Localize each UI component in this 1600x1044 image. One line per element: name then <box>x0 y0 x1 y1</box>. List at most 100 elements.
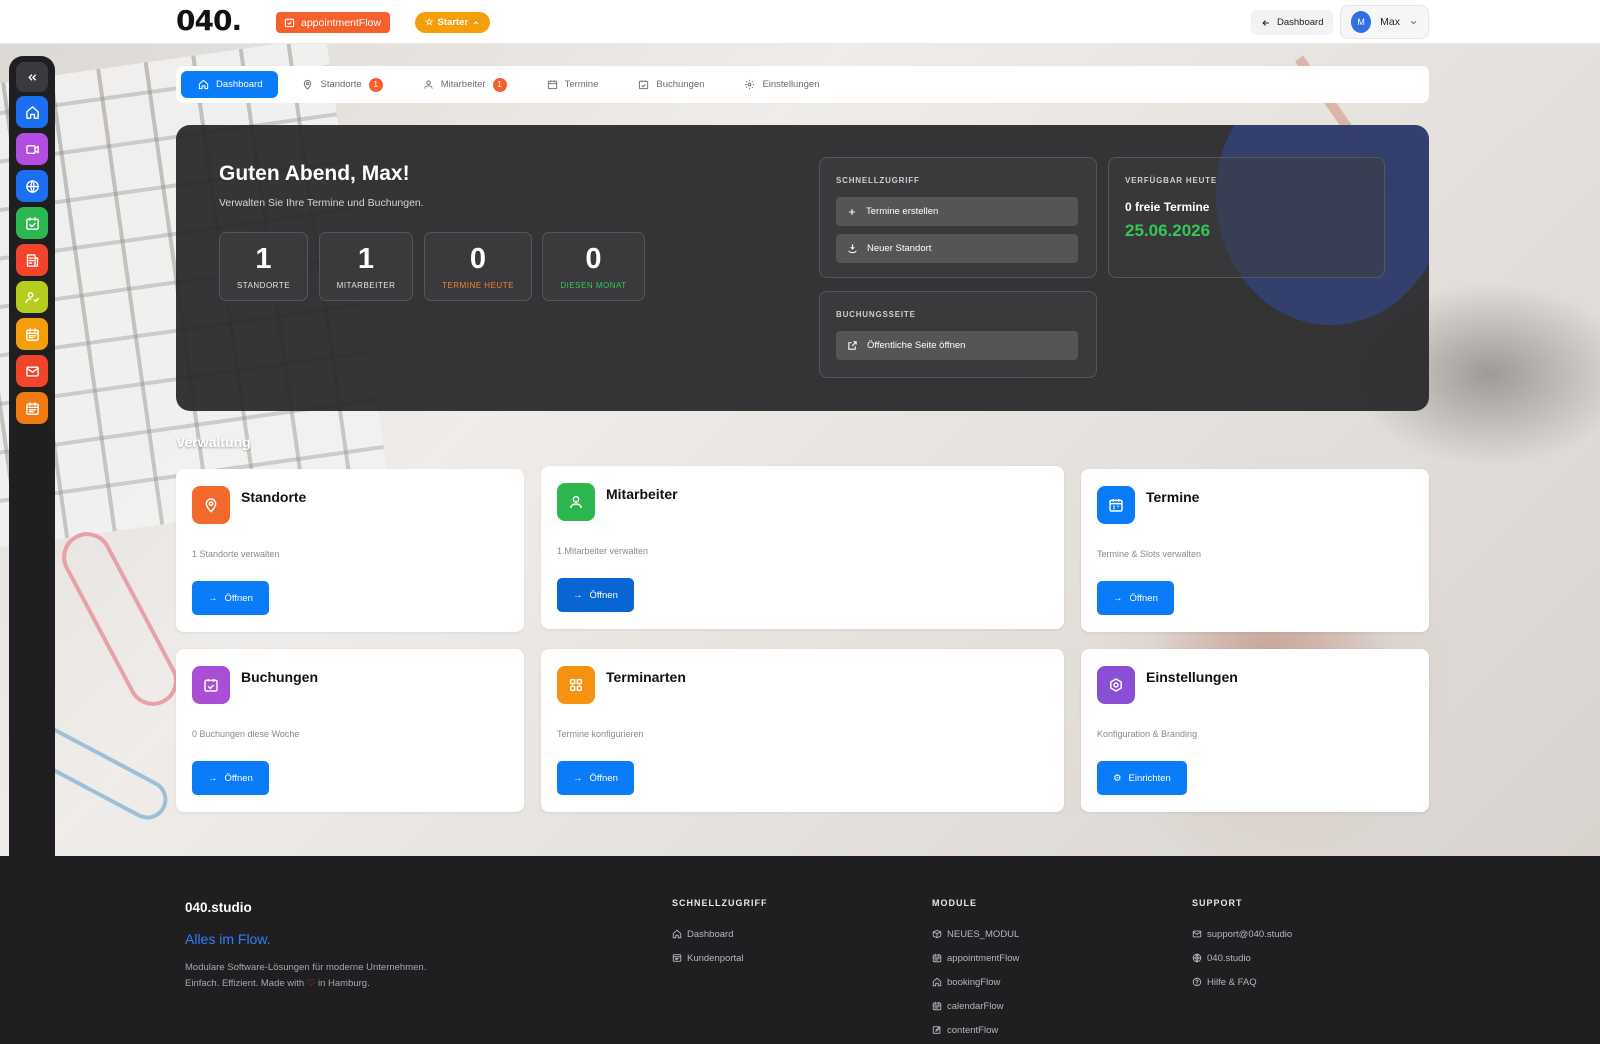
card-termine[interactable]: Termine Termine & Slots verwalten → Öffne… <box>1081 469 1429 632</box>
open-button[interactable]: → Öffnen <box>1097 581 1174 615</box>
footer-link-label: 040.studio <box>1207 952 1251 964</box>
card-title: Einstellungen <box>1146 669 1238 685</box>
edit-icon <box>932 1025 942 1035</box>
card-einstellungen[interactable]: Einstellungen Konfiguration & Branding ⚙… <box>1081 649 1429 812</box>
button-label: Neuer Standort <box>867 243 932 254</box>
plan-badge[interactable]: ☆ Starter <box>415 12 491 33</box>
card-standorte[interactable]: Standorte 1 Standorte verwalten → Öffnen <box>176 469 524 632</box>
calendar-check-icon <box>638 79 649 90</box>
portal-icon <box>672 953 682 963</box>
mail-icon <box>1192 929 1202 939</box>
app-name: appointmentFlow <box>301 16 381 29</box>
heart-icon: ♡ <box>306 978 316 989</box>
setup-button[interactable]: ⚙ Einrichten <box>1097 761 1187 795</box>
count-badge: 1 <box>492 77 507 92</box>
stat-diesen-monat: 0 DIESEN MONAT <box>542 232 645 301</box>
box-icon <box>932 929 942 939</box>
footer-link[interactable]: Dashboard <box>672 922 768 946</box>
footer-link[interactable]: Hilfe & FAQ <box>1192 970 1292 994</box>
dock-app-button[interactable] <box>16 355 48 387</box>
footer-link[interactable]: 040.studio <box>1192 946 1292 970</box>
greeting-subtitle: Verwalten Sie Ihre Termine und Buchungen… <box>219 197 424 209</box>
button-label: Öffnen <box>589 589 618 601</box>
brand-logo[interactable]: 040. <box>176 4 242 37</box>
dock-app-button[interactable] <box>16 170 48 202</box>
home-icon <box>25 105 40 120</box>
button-label: Öffentliche Seite öffnen <box>867 340 966 351</box>
dock-app-button[interactable] <box>16 96 48 128</box>
quick-access-panel: SCHNELLZUGRIFF Termine erstellen Neuer S… <box>819 157 1097 278</box>
footer-link[interactable]: bookingFlow <box>932 970 1019 994</box>
button-label: Termine erstellen <box>866 206 939 217</box>
dock-app-button[interactable] <box>16 207 48 239</box>
footer-link[interactable]: NEUES_MODUL <box>932 922 1019 946</box>
footer-link-label: Hilfe & FAQ <box>1207 976 1257 988</box>
tab-mitarbeiter[interactable]: Mitarbeiter 1 <box>407 71 523 98</box>
open-button[interactable]: → Öffnen <box>192 581 269 615</box>
footer-desc-text: in Hamburg. <box>317 978 370 989</box>
tab-standorte[interactable]: Standorte 1 <box>286 71 398 98</box>
calendar-icon <box>1097 486 1135 524</box>
footer-column-support: SUPPORT support@040.studio 040.studio Hilfe… <box>1192 898 1292 994</box>
location-plus-icon <box>847 243 858 254</box>
video-icon <box>25 142 40 157</box>
gear-icon: ⚙ <box>1113 772 1122 784</box>
user-check-icon <box>25 290 40 305</box>
globe-icon <box>25 179 40 194</box>
tab-termine[interactable]: Termine <box>531 71 615 98</box>
paperclip-photo <box>53 523 187 715</box>
open-button[interactable]: → Öffnen <box>557 578 634 612</box>
card-mitarbeiter[interactable]: Mitarbeiter 1 Mitarbeiter verwalten → Öff… <box>541 466 1064 629</box>
panel-title: VERFÜGBAR HEUTE <box>1125 176 1218 185</box>
calendar-icon <box>284 17 295 28</box>
open-public-page-button[interactable]: Öffentliche Seite öffnen <box>836 331 1078 360</box>
footer-column-title: SUPPORT <box>1192 898 1243 908</box>
footer-link[interactable]: Kundenportal <box>672 946 768 970</box>
open-button[interactable]: → Öffnen <box>557 761 634 795</box>
dock-app-button[interactable] <box>16 318 48 350</box>
calendar-icon <box>932 953 942 963</box>
collapse-dock-button[interactable] <box>16 62 48 92</box>
dock-app-button[interactable] <box>16 281 48 313</box>
footer-link[interactable]: appointmentFlow <box>932 946 1019 970</box>
open-button[interactable]: → Öffnen <box>192 761 269 795</box>
footer-link[interactable]: calendarFlow <box>932 994 1019 1018</box>
footer-link[interactable]: contentFlow <box>932 1018 1019 1042</box>
tab-einstellungen[interactable]: Einstellungen <box>728 71 835 98</box>
home-icon <box>672 929 682 939</box>
stat-label: STANDORTE <box>236 281 291 290</box>
tab-dashboard[interactable]: Dashboard <box>181 71 279 98</box>
button-label: Öffnen <box>589 772 618 784</box>
map-pin-icon <box>192 486 230 524</box>
card-title: Termine <box>1146 489 1200 505</box>
dock-app-button[interactable] <box>16 244 48 276</box>
dock-app-button[interactable] <box>16 133 48 165</box>
user-menu[interactable]: M Max <box>1340 5 1429 39</box>
card-title: Mitarbeiter <box>606 486 678 502</box>
calendar-icon <box>25 401 40 416</box>
section-title: Verwaltung <box>176 434 251 450</box>
card-buchungen[interactable]: Buchungen 0 Buchungen diese Woche → Öffne… <box>176 649 524 812</box>
dashboard-label: Dashboard <box>1277 17 1324 28</box>
create-appointment-button[interactable]: Termine erstellen <box>836 197 1078 226</box>
plus-icon <box>847 207 857 217</box>
footer-link-label: Kundenportal <box>687 952 744 964</box>
footer-link-label: appointmentFlow <box>947 952 1020 964</box>
footer-tagline: Alles im Flow. <box>185 931 271 947</box>
footer-link-label: support@040.studio <box>1207 928 1293 940</box>
tab-label: Termine <box>564 79 599 90</box>
back-to-dashboard-button[interactable]: Dashboard <box>1251 10 1334 35</box>
card-description: Konfiguration & Branding <box>1097 729 1198 739</box>
card-title: Standorte <box>241 489 307 505</box>
tab-buchungen[interactable]: Buchungen <box>622 71 720 98</box>
dock-app-button[interactable] <box>16 392 48 424</box>
app-switcher-pill[interactable]: appointmentFlow <box>276 12 390 33</box>
stat-value: 0 <box>469 243 487 275</box>
double-chevron-left-icon <box>27 73 36 81</box>
stat-value: 0 <box>585 243 602 275</box>
stat-standorte: 1 STANDORTE <box>219 232 308 301</box>
footer-link[interactable]: support@040.studio <box>1192 922 1292 946</box>
new-location-button[interactable]: Neuer Standort <box>836 234 1078 263</box>
free-slots-text: 0 freie Termine <box>1125 200 1210 214</box>
card-terminarten[interactable]: Terminarten Termine konfigurieren → Öffne… <box>541 649 1064 812</box>
